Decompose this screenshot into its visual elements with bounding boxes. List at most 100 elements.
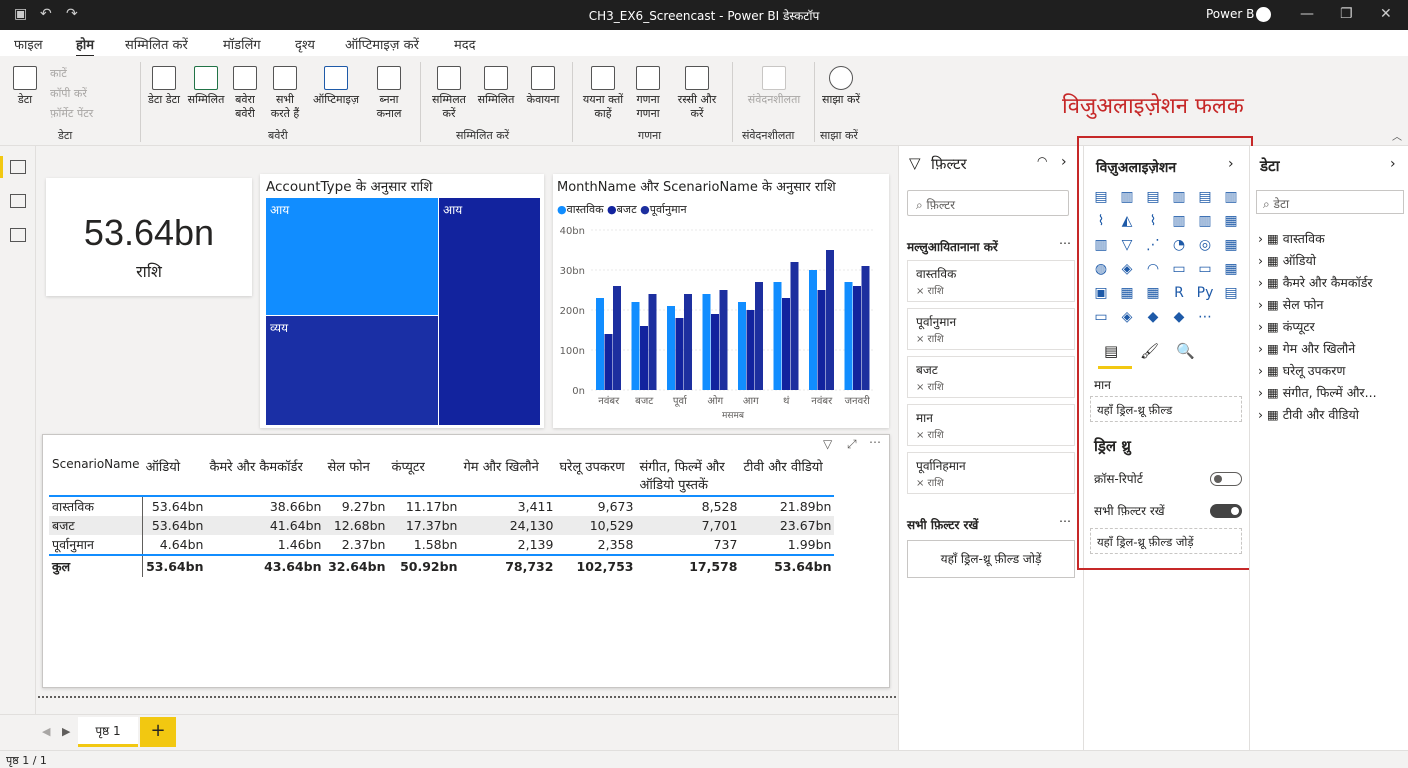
data-table-item[interactable]: › ▦ सेल फोन (1258, 296, 1323, 313)
menu-optimize[interactable]: ऑप्टिमाइज़ करें (345, 35, 419, 53)
model-view-icon[interactable] (10, 228, 26, 242)
close-icon[interactable]: ✕ (1380, 6, 1392, 22)
filter-card[interactable]: पूर्वानुमान × राशि (907, 308, 1075, 350)
filter-card[interactable]: वास्तविक × राशि (907, 260, 1075, 302)
new-connection-button[interactable]: ब्नना कनाल (366, 66, 412, 121)
text-box-button[interactable]: केवायना (522, 66, 564, 107)
calculator-icon (636, 66, 660, 90)
drillthrough-drop-zone[interactable]: यहाँ ड्रिल-थ्रू फ़ील्ड जोड़ें (907, 540, 1075, 578)
search-icon: ⌕ (1263, 197, 1274, 211)
format-painter-button[interactable]: फ़ॉर्मेट पेंटर (50, 106, 93, 121)
menu-view[interactable]: दृश्य (295, 35, 315, 53)
filter-icon[interactable]: ▽ (823, 437, 832, 451)
filter-search-input[interactable]: ⌕ फ़िल्टर (907, 190, 1069, 216)
data-pane-title: डेटा (1260, 157, 1280, 175)
matrix-column-header[interactable]: सेल फोन (324, 455, 389, 497)
data-table-item[interactable]: › ▦ घरेलू उपकरण (1258, 362, 1345, 379)
new-measure-button[interactable]: ययना क्तों काहें (578, 66, 628, 121)
share-button[interactable]: साझा करें (822, 66, 860, 107)
treemap-tile[interactable]: आय (439, 198, 540, 425)
page-tab[interactable]: पृष्ठ 1 (78, 717, 138, 747)
filter-card[interactable]: मान × राशि (907, 404, 1075, 446)
data-table-item[interactable]: › ▦ गेम और खिलौने (1258, 340, 1355, 357)
matrix-table: ScenarioName ऑडियो कैमरे और कैमकॉर्डर सेल फ… (49, 455, 835, 577)
optimize-button[interactable]: ऑप्टिमाइज़ (306, 66, 366, 107)
menu-file[interactable]: फाइल (14, 35, 43, 53)
matrix-column-header[interactable]: ऑडियो (142, 455, 207, 497)
matrix-cell: 41.64bn (269, 518, 322, 533)
user-name[interactable]: Power B (1206, 7, 1254, 21)
maximize-icon[interactable]: ❐ (1340, 6, 1353, 22)
filter-pane-icon: ▽ (909, 154, 921, 172)
menu-help[interactable]: मदद (454, 35, 476, 53)
matrix-column-header[interactable]: कंप्यूटर (388, 455, 461, 497)
refresh-button[interactable]: सभी करते हैं (266, 66, 304, 121)
more-options-icon[interactable]: ⋯ (1059, 514, 1071, 528)
menu-home[interactable]: होम (76, 35, 95, 57)
add-page-button[interactable]: + (140, 717, 176, 747)
report-view-icon[interactable] (10, 160, 26, 174)
table-row[interactable]: बजट 53.64bn 41.64bn 12.68bn 17.37bn 24,130 10,… (49, 516, 835, 535)
data-table-item[interactable]: › ▦ टीवी और वीडियो (1258, 406, 1359, 423)
treemap-tile[interactable]: व्यय (266, 316, 438, 425)
cut-button[interactable]: काटें (50, 66, 67, 81)
data-table-item[interactable]: › ▦ ऑडियो (1258, 252, 1316, 269)
collapse-icon[interactable]: › (1390, 156, 1396, 172)
query-button[interactable]: बवेरा बवेरी (228, 66, 262, 121)
collapse-ribbon-icon[interactable]: ︿ (1392, 128, 1402, 143)
next-page-icon[interactable]: ▶ (62, 725, 70, 738)
filter-card[interactable]: बजट × राशि (907, 356, 1075, 398)
visibility-icon[interactable]: ◠ (1037, 154, 1047, 168)
more-options-icon[interactable]: ⋯ (869, 435, 881, 449)
table-view-icon[interactable] (10, 194, 26, 208)
data-table-item[interactable]: › ▦ कैमरे और कैमकॉर्डर (1258, 274, 1373, 291)
menu-modeling[interactable]: मॉडलिंग (223, 35, 261, 53)
matrix-visual[interactable]: ▽ ⤢ ⋯ ScenarioName ऑडियो कैमरे और कैमकॉर्ड… (42, 434, 890, 688)
highlight-box (1077, 136, 1253, 570)
get-data-button[interactable]: डेटा डेटा (146, 66, 182, 107)
collapse-icon[interactable]: › (1061, 154, 1067, 170)
group-queries-label: बवेरी (268, 129, 288, 142)
data-search-input[interactable]: ⌕ डेटा (1256, 190, 1404, 214)
matrix-column-header[interactable]: टीवी और वीडियो (740, 455, 835, 497)
treemap-visual[interactable]: AccountType के अनुसार राशि आय आय व्यय (260, 174, 544, 428)
measure-icon (591, 66, 615, 90)
matrix-total-row[interactable]: कुल 53.64bn 43.64bn 32.64bn 50.92bn 78,732 102… (49, 554, 835, 577)
new-column-button[interactable]: रस्सी और करें (672, 66, 722, 121)
annotation-label: विजुअलाइज़ेशन फलक (1062, 94, 1244, 119)
clipboard-icon (13, 66, 37, 90)
matrix-column-header[interactable]: ScenarioName (49, 455, 143, 497)
table-row[interactable]: पूर्वानुमान 4.64bn 1.46bn 2.37bn 1.58bn 2,139… (49, 535, 834, 555)
ribbon-divider (732, 62, 733, 142)
matrix-column-header[interactable]: गेम और खिलौने (460, 455, 557, 497)
new-visual-button[interactable]: सम्मिलत करें (426, 66, 472, 121)
focus-mode-icon[interactable]: ⤢ (847, 437, 857, 452)
data-table-item[interactable]: › ▦ कंप्यूटर (1258, 318, 1315, 335)
quick-measure-button[interactable]: गणना गणना (628, 66, 668, 121)
data-table-item[interactable]: › ▦ संगीत, फिल्में और... (1258, 384, 1377, 401)
more-options-icon[interactable]: ⋯ (1059, 236, 1071, 250)
matrix-column-header[interactable]: घरेलू उपकरण (556, 455, 637, 497)
y-tick-label: 200n (560, 306, 585, 317)
menu-insert[interactable]: सम्मिलित करें (125, 35, 188, 53)
bar-chart-visual[interactable]: MonthName और ScenarioName के अनुसार राशि… (553, 174, 889, 428)
copy-button[interactable]: कॉपी करें (50, 86, 87, 101)
sensitivity-button[interactable]: संवेदनशीलता (740, 66, 808, 107)
image-button[interactable]: सम्मिलित (474, 66, 518, 107)
matrix-column-header[interactable]: संगीत, फिल्में और ऑडियो पुस्तकें (636, 455, 741, 497)
filter-card[interactable]: पूर्वानिहमान × राशि (907, 452, 1075, 494)
treemap-tile[interactable]: आय (266, 198, 438, 315)
data-table-item[interactable]: › ▦ वास्तविक (1258, 230, 1325, 247)
grid-icon (273, 66, 297, 90)
matrix-cell: 8,528 (701, 499, 738, 514)
data-button[interactable]: डेटा (10, 66, 40, 107)
bar-chart-svg: 0n 100n 200n 30bn 40bn नवंबर बजट पूर्वा ओग आग थं नव… (560, 226, 875, 421)
avatar[interactable] (1256, 7, 1271, 22)
kpi-card[interactable]: 53.64bn राशि (46, 178, 252, 296)
matrix-column-header[interactable]: कैमरे और कैमकॉर्डर (206, 455, 325, 497)
table-row[interactable]: वास्तविक 53.64bn 38.66bn 9.27bn 11.17bn 3,411… (49, 496, 834, 516)
prev-page-icon[interactable]: ◀ (42, 725, 50, 738)
minimize-icon[interactable]: — (1300, 6, 1314, 22)
excel-button[interactable]: सम्मिलित (186, 66, 226, 107)
kpi-value: 53.64bn (83, 212, 215, 253)
